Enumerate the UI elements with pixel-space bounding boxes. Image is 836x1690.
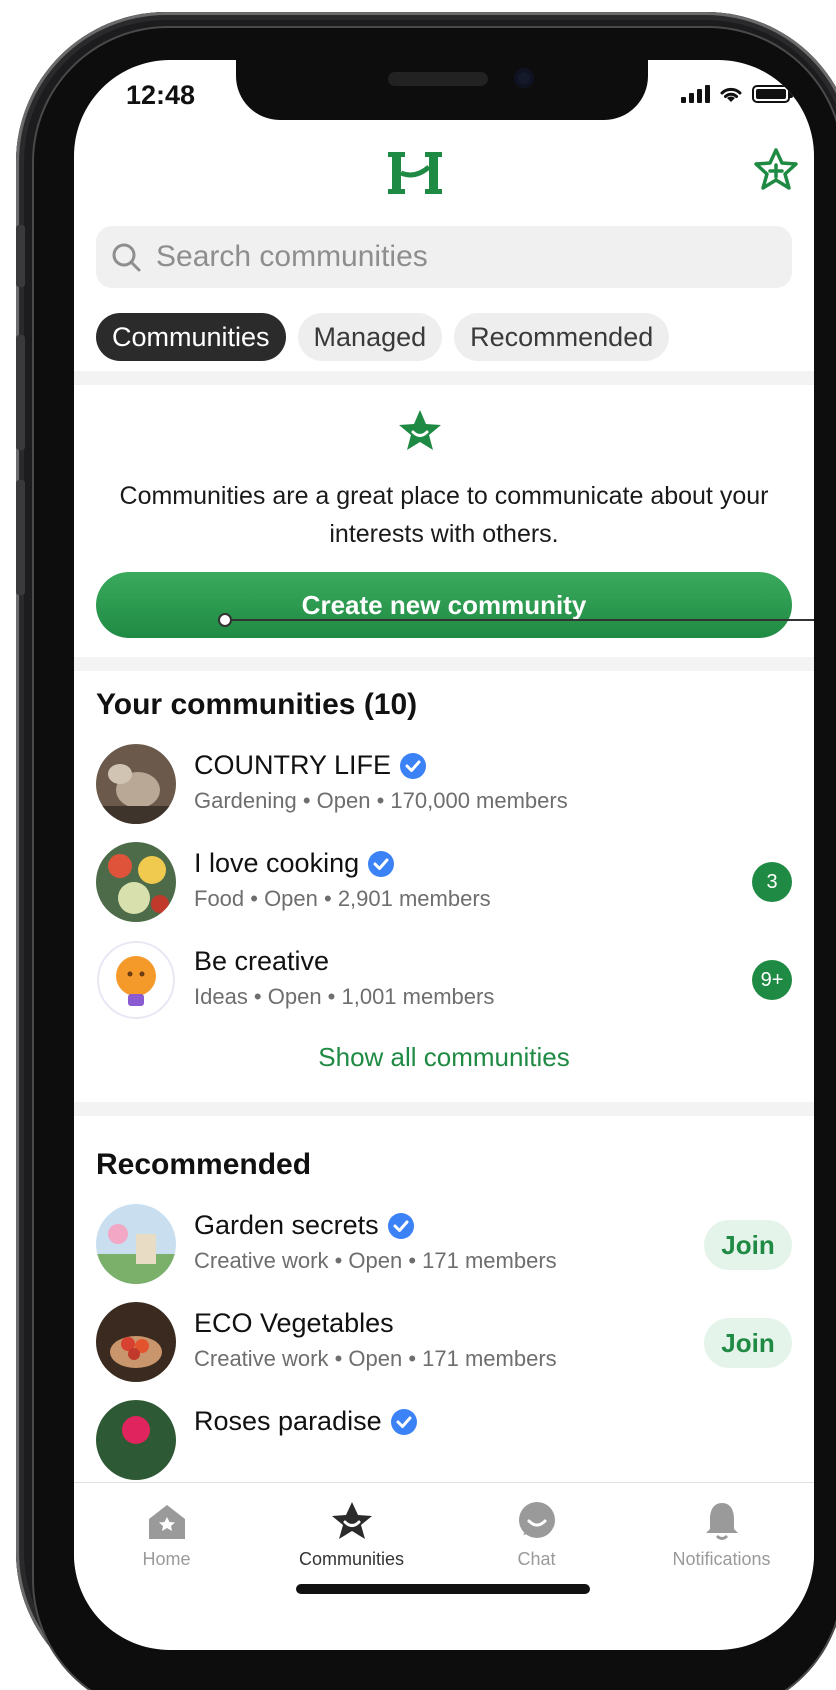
avatar: [96, 842, 176, 922]
nav-chat[interactable]: Chat: [444, 1499, 629, 1570]
list-item-recommended[interactable]: Roses paradise: [96, 1400, 792, 1480]
divider: [74, 371, 814, 385]
search-input[interactable]: [156, 240, 756, 274]
community-meta: Ideas • Open • 1,001 members: [194, 984, 495, 1009]
create-community-star-icon[interactable]: [752, 146, 800, 194]
verified-icon: [390, 1408, 417, 1435]
divider: [74, 657, 814, 671]
community-name: I love cooking: [194, 848, 395, 879]
verified-icon: [400, 752, 427, 779]
community-name: Garden secrets: [194, 1210, 415, 1241]
mute-switch: [16, 225, 25, 287]
show-all-communities-link[interactable]: Show all communities: [74, 1042, 814, 1073]
verified-icon: [387, 1212, 414, 1239]
community-meta: Creative work • Open • 171 members: [194, 1346, 557, 1371]
wifi-icon: [720, 87, 742, 102]
community-meta: Creative work • Open • 171 members: [194, 1248, 557, 1273]
nav-communities[interactable]: Communities: [259, 1499, 444, 1570]
battery-icon: [752, 85, 793, 103]
avatar: [96, 1204, 176, 1284]
home-indicator[interactable]: [296, 1584, 590, 1594]
avatar: [96, 940, 176, 1020]
community-name: Roses paradise: [194, 1406, 418, 1437]
screen: 12:48 Communities Managed Re: [74, 60, 814, 1650]
info-card: Communities are a great place to communi…: [74, 385, 814, 657]
divider: [74, 1102, 814, 1116]
chat-icon: [518, 1502, 555, 1538]
bottom-nav: Home Communities Chat Notifications: [74, 1482, 814, 1632]
tab-managed[interactable]: Managed: [297, 313, 443, 361]
avatar: [96, 1400, 176, 1480]
community-meta: Gardening • Open • 170,000 members: [194, 788, 568, 813]
notch: [236, 60, 648, 120]
community-name: COUNTRY LIFE: [194, 750, 427, 781]
avatar: [96, 1302, 176, 1382]
community-meta: Food • Open • 2,901 members: [194, 886, 491, 911]
volume-down-button: [16, 480, 25, 595]
front-camera: [514, 68, 534, 88]
search-icon: [112, 243, 141, 272]
section-title-your-communities: Your communities (10): [96, 688, 418, 721]
annotation-pointer-line: [232, 619, 814, 621]
join-button[interactable]: Join: [704, 1318, 792, 1368]
unread-badge: 9+: [752, 960, 792, 1000]
app-logo-icon: [388, 152, 442, 194]
communities-star-icon: [399, 410, 441, 450]
list-item-community[interactable]: Be creative Ideas • Open • 1,001 members…: [96, 940, 792, 1020]
tab-bar: Communities Managed Recommended: [96, 313, 670, 361]
status-icons: [681, 84, 793, 104]
info-text: Communities are a great place to communi…: [119, 482, 769, 548]
bell-icon: [705, 1503, 738, 1540]
join-button[interactable]: Join: [704, 1220, 792, 1270]
community-name: Be creative: [194, 946, 330, 976]
community-name: ECO Vegetables: [194, 1308, 394, 1338]
verified-icon: [368, 850, 395, 877]
tab-recommended[interactable]: Recommended: [454, 313, 670, 361]
list-item-community[interactable]: I love cooking Food • Open • 2,901 membe…: [96, 842, 792, 922]
speaker: [388, 72, 488, 86]
nav-notifications[interactable]: Notifications: [629, 1499, 814, 1570]
signal-icon: [681, 85, 710, 103]
nav-home[interactable]: Home: [74, 1499, 259, 1570]
list-item-community[interactable]: COUNTRY LIFE Gardening • Open • 170,000 …: [96, 744, 792, 824]
unread-badge: 3: [752, 862, 792, 902]
communities-icon: [331, 1502, 372, 1539]
home-icon: [148, 1505, 185, 1539]
section-title-recommended: Recommended: [96, 1148, 312, 1181]
create-community-button[interactable]: Create new community: [96, 572, 792, 638]
tab-communities[interactable]: Communities: [96, 313, 286, 361]
volume-up-button: [16, 335, 25, 450]
avatar: [96, 744, 176, 824]
list-item-recommended[interactable]: ECO Vegetables Creative work • Open • 17…: [96, 1302, 792, 1382]
annotation-pointer-dot: [218, 613, 232, 627]
search-bar[interactable]: [96, 226, 792, 288]
status-time: 12:48: [126, 80, 196, 110]
list-item-recommended[interactable]: Garden secrets Creative work • Open • 17…: [96, 1204, 792, 1284]
